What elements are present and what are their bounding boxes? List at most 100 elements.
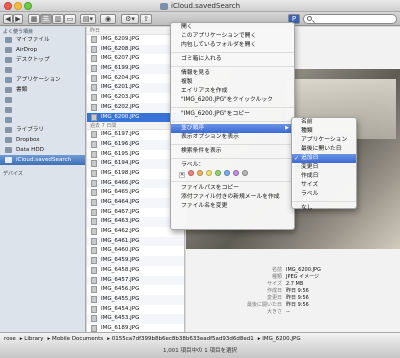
sidebar-item[interactable]: Dropbox <box>0 135 85 145</box>
context-menu-item[interactable]: ファイルパスをコピー <box>171 184 294 193</box>
context-menu-item[interactable]: "IMG_6200.JPG"をクイックルック <box>171 96 294 105</box>
path-segment[interactable]: rose <box>4 336 16 342</box>
devices-header: デバイス <box>3 171 23 177</box>
file-name: IMG_6453.JPG <box>101 315 140 322</box>
info-key: 最後に開いた日 <box>246 302 282 308</box>
info-key: 変更日 <box>266 295 282 301</box>
sidebar-item[interactable]: マイファイル <box>0 35 85 45</box>
file-name: IMG_6200.JPG <box>101 113 140 120</box>
context-menu-item[interactable]: このアプリケーションで開く <box>171 32 294 41</box>
sidebar-item[interactable]: デスクトップ <box>0 55 85 65</box>
file-row[interactable]: IMG_6456.JPG <box>87 285 184 295</box>
label-color-swatch[interactable] <box>242 170 248 176</box>
list-view-button[interactable]: ☰ <box>40 14 52 24</box>
context-menu-item[interactable]: ゴミ箱に入れる <box>171 55 294 64</box>
file-row[interactable]: IMG_6454.JPG <box>87 305 184 315</box>
forward-button[interactable]: ▶ <box>13 14 23 24</box>
context-menu-item[interactable]: 添付ファイル付きの新規メールを作成 <box>171 193 294 202</box>
path-segment[interactable]: ▸ Library <box>20 336 44 342</box>
coverflow-view-button[interactable]: ▭ <box>64 14 76 24</box>
context-menu-item[interactable]: "IMG_6200.JPG"をコピー <box>171 110 294 119</box>
label-color-swatch[interactable] <box>224 170 230 176</box>
sidebar-item[interactable]: ライブラリ <box>0 125 85 135</box>
file-name: IMG_6201.JPG <box>101 84 140 91</box>
sort-option[interactable]: なし <box>292 204 356 213</box>
sort-option[interactable]: 追加日 ✓ <box>292 154 356 163</box>
context-menu-item[interactable]: ファイル名を変更 <box>171 202 294 211</box>
sidebar-item[interactable]: アプリケーション <box>0 75 85 85</box>
back-button[interactable]: ◀ <box>3 14 13 24</box>
jpeg-file-icon <box>91 295 97 303</box>
info-row: 作成日 昨日 9:56 <box>246 288 396 295</box>
action-gear-button[interactable]: ⚙▾ <box>121 14 139 24</box>
label-color-swatch[interactable] <box>188 170 194 176</box>
icon-view-button[interactable]: ▦ <box>28 14 40 24</box>
context-menu-item[interactable]: 情報を見る <box>171 69 294 78</box>
info-row: 最後に開いた日 昨日 9:56 <box>246 302 396 309</box>
sidebar-item[interactable]: iCloud.savedSearch <box>0 155 85 165</box>
close-window-button[interactable] <box>4 2 12 10</box>
context-menu-item[interactable]: 表示オプションを表示 <box>171 133 294 142</box>
context-menu-item[interactable]: エイリアスを作成 <box>171 87 294 96</box>
menu-separator <box>171 107 294 108</box>
zoom-window-button[interactable] <box>24 2 32 10</box>
path-segment[interactable]: ▸ 0155ca7df399b8b6ec8b38b633eadf5ad93d6d… <box>107 336 254 342</box>
sort-option[interactable]: 作成日 <box>292 172 356 181</box>
file-name: IMG_6189.JPG <box>101 324 140 331</box>
airdrop-icon <box>5 47 12 53</box>
sidebar-item[interactable]: 書類 <box>0 85 85 95</box>
sort-option[interactable]: ラベル <box>292 190 356 199</box>
sort-option[interactable]: アプリケーション <box>292 136 356 145</box>
sidebar-item[interactable]: Data HDD <box>0 145 85 155</box>
file-row[interactable]: IMG_6460.JPG <box>87 246 184 256</box>
label-color-swatch[interactable] <box>206 170 212 176</box>
context-menu-item[interactable]: 検索条件を表示 <box>171 147 294 156</box>
path-segment[interactable]: ▸ Mobile Documents <box>48 336 104 342</box>
label-color-row: ✕ <box>171 170 294 179</box>
path-segment[interactable]: ▸ IMG_6200.JPG <box>258 336 301 342</box>
file-name: IMG_6463.JPG <box>101 218 140 225</box>
jpeg-file-icon <box>91 55 97 63</box>
label-color-swatch[interactable] <box>197 170 203 176</box>
file-row[interactable]: IMG_6457.JPG <box>87 275 184 286</box>
context-menu: 開く このアプリケーションで開く 内包しているフォルダを開く ゴミ箱に入れる 情報を見る… <box>170 22 295 230</box>
file-name: IMG_6458.JPG <box>101 266 140 273</box>
file-row[interactable]: IMG_6459.JPG <box>87 256 184 266</box>
sidebar-item[interactable]: AirDrop <box>0 45 85 55</box>
quicklook-button[interactable]: ◉ <box>100 14 116 24</box>
sort-option[interactable]: 名前 <box>292 118 356 127</box>
file-row[interactable]: IMG_6461.JPG <box>87 236 184 247</box>
sidebar-item[interactable] <box>0 95 85 105</box>
search-input[interactable] <box>303 14 397 24</box>
file-row[interactable]: IMG_6453.JPG <box>87 314 184 324</box>
context-menu-item[interactable]: 並び順序 ▶ <box>171 124 294 133</box>
sidebar-item-label: マイファイル <box>16 37 50 43</box>
file-row[interactable]: IMG_6458.JPG <box>87 266 184 276</box>
context-menu-item[interactable]: 内包しているフォルダを開く <box>171 41 294 50</box>
context-menu-item[interactable]: 複製 <box>171 78 294 87</box>
file-row[interactable]: IMG_6455.JPG <box>87 294 184 305</box>
menu-separator <box>171 181 294 182</box>
jpeg-file-icon <box>91 276 97 284</box>
sidebar-item[interactable] <box>0 115 85 125</box>
context-menu-item[interactable]: ラベル： <box>171 161 294 170</box>
arrange-button[interactable]: ▤▾ <box>80 14 96 24</box>
file-row[interactable]: IMG_6189.JPG <box>87 324 184 332</box>
info-key: 種類 <box>271 274 282 280</box>
jpeg-file-icon <box>91 94 97 102</box>
share-button[interactable]: ⇧ <box>140 14 152 24</box>
no-label-swatch[interactable]: ✕ <box>179 172 185 178</box>
sort-option[interactable]: 最後に開いた日 <box>292 145 356 154</box>
sort-option[interactable]: 変更日 <box>292 163 356 172</box>
label-color-swatch[interactable] <box>215 170 221 176</box>
sidebar-item[interactable] <box>0 65 85 75</box>
minimize-window-button[interactable] <box>14 2 22 10</box>
sidebar-item[interactable] <box>0 105 85 115</box>
sort-option[interactable]: 種類 <box>292 127 356 136</box>
context-menu-item[interactable]: 開く <box>171 23 294 32</box>
label-color-swatch[interactable] <box>233 170 239 176</box>
info-row: 変更日 昨日 9:56 <box>246 295 396 302</box>
column-view-button[interactable]: ▥ <box>52 14 64 24</box>
sort-option[interactable]: サイズ <box>292 181 356 190</box>
folder-icon <box>5 117 12 123</box>
